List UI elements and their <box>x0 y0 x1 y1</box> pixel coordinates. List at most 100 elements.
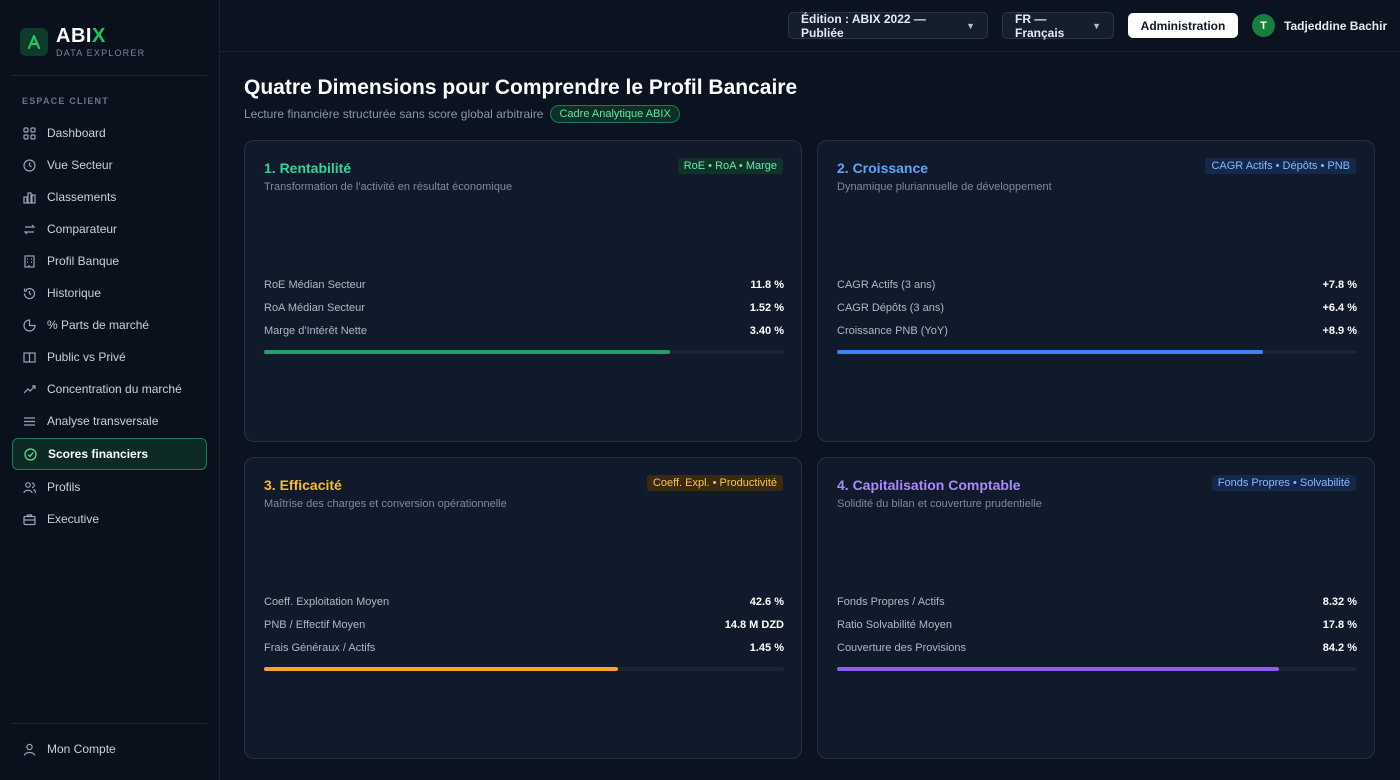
sidebar-item-label: Classements <box>47 190 117 204</box>
metric-row: RoA Médian Secteur 1.52 % <box>264 302 784 314</box>
card-title: 3. Efficacité <box>264 477 342 493</box>
metric-row: Marge d'Intérêt Nette 3.40 % <box>264 325 784 337</box>
metric-value: 3.40 % <box>749 325 784 337</box>
sidebar-item-dashboard[interactable]: Dashboard <box>12 118 207 148</box>
dimension-card-rentabilite: 1. Rentabilité Transformation de l'activ… <box>244 140 802 442</box>
brand-logo[interactable]: ABIX DATA EXPLORER <box>20 26 145 58</box>
metric-label: Fonds Propres / Actifs <box>837 596 945 608</box>
metric-value: 17.8 % <box>1322 619 1357 631</box>
metric-row: RoE Médian Secteur 11.8 % <box>264 279 784 291</box>
metric-label: CAGR Dépôts (3 ans) <box>837 302 944 314</box>
progress-track <box>264 667 784 671</box>
sidebar-item-scores-financiers[interactable]: Scores financiers <box>12 438 207 470</box>
progress-fill <box>837 350 1264 354</box>
sidebar-divider <box>12 723 207 724</box>
sidebar-item-label: Public vs Privé <box>47 350 126 364</box>
progress-fill <box>264 350 670 354</box>
card-tag: Fonds Propres • Solvabilité <box>1211 475 1356 491</box>
card-title: 4. Capitalisation Comptable <box>837 477 1021 493</box>
language-select[interactable]: FR — Français ▼ <box>1002 11 1114 40</box>
progress-track <box>264 350 784 354</box>
trend-icon <box>22 382 36 396</box>
sidebar-item-label: % Parts de marché <box>47 318 150 332</box>
page-title: Quatre Dimensions pour Comprendre le Pro… <box>244 76 798 99</box>
metric-row: Frais Généraux / Actifs 1.45 % <box>264 642 784 654</box>
list-icon <box>22 414 36 428</box>
sidebar-item-classements[interactable]: Classements <box>12 182 207 212</box>
metric-value: 84.2 % <box>1322 642 1357 654</box>
language-select-value: FR — Français <box>1015 11 1065 40</box>
sidebar-item-label: Vue Secteur <box>47 158 113 172</box>
card-tag: Coeff. Expl. • Productivité <box>646 475 783 491</box>
history-icon <box>22 286 36 300</box>
sidebar-item-label: Concentration du marché <box>47 382 182 396</box>
sidebar-item-comparateur[interactable]: Comparateur <box>12 214 207 244</box>
metric-label: Croissance PNB (YoY) <box>837 325 948 337</box>
metric-row: PNB / Effectif Moyen 14.8 M DZD <box>264 619 784 631</box>
card-description: Transformation de l'activité en résultat… <box>264 181 513 193</box>
sidebar-item-label: Analyse transversale <box>47 414 159 428</box>
metric-row: Croissance PNB (YoY) +8.9 % <box>837 325 1357 337</box>
users-icon <box>22 480 36 494</box>
progress-track <box>837 350 1357 354</box>
user-icon <box>22 742 36 756</box>
page-subtitle: Lecture financière structurée sans score… <box>244 107 544 121</box>
sidebar-item-label: Historique <box>47 286 102 300</box>
columns-icon <box>22 350 36 364</box>
sidebar-item-label: Scores financiers <box>48 447 149 461</box>
progress-track <box>837 667 1357 671</box>
metric-value: 8.32 % <box>1322 596 1357 608</box>
pie-icon <box>22 318 36 332</box>
check-circle-icon <box>23 447 37 461</box>
edition-select[interactable]: Édition : ABIX 2022 — Publiée ▼ <box>788 12 988 40</box>
metric-value: 14.8 M DZD <box>724 619 784 631</box>
metric-row: Coeff. Exploitation Moyen 42.6 % <box>264 596 784 608</box>
user-menu[interactable]: T Tadjeddine Bachir <box>1252 14 1387 37</box>
metric-value: 1.45 % <box>749 642 784 654</box>
metric-label: Marge d'Intérêt Nette <box>264 325 367 337</box>
swap-icon <box>22 222 36 236</box>
metric-row: Couverture des Provisions 84.2 % <box>837 642 1357 654</box>
sidebar-item-concentration[interactable]: Concentration du marché <box>12 374 207 404</box>
brand-subtitle: DATA EXPLORER <box>56 48 146 58</box>
chevron-down-icon: ▼ <box>966 20 975 31</box>
metric-label: CAGR Actifs (3 ans) <box>837 279 936 291</box>
dimension-card-capitalisation: 4. Capitalisation Comptable Solidité du … <box>817 457 1375 759</box>
metric-label: Ratio Solvabilité Moyen <box>837 619 952 631</box>
card-tag: RoE • RoA • Marge <box>677 158 783 174</box>
sidebar-item-public-prive[interactable]: Public vs Privé <box>12 342 207 372</box>
card-title: 2. Croissance <box>837 160 929 176</box>
sidebar-item-label: Mon Compte <box>47 742 116 756</box>
metric-value: 42.6 % <box>749 596 784 608</box>
dimension-card-croissance: 2. Croissance Dynamique pluriannuelle de… <box>817 140 1375 442</box>
sidebar-item-historique[interactable]: Historique <box>12 278 207 308</box>
briefcase-icon <box>22 512 36 526</box>
card-description: Solidité du bilan et couverture prudenti… <box>837 498 1042 510</box>
brand-name: ABIX <box>56 25 106 47</box>
sidebar-item-analyse-transversale[interactable]: Analyse transversale <box>12 406 207 436</box>
sidebar-item-label: Comparateur <box>47 222 118 236</box>
metric-row: Ratio Solvabilité Moyen 17.8 % <box>837 619 1357 631</box>
sidebar-item-vue-secteur[interactable]: Vue Secteur <box>12 150 207 180</box>
sidebar-item-label: Dashboard <box>47 126 106 140</box>
chevron-down-icon: ▼ <box>1092 20 1101 31</box>
sidebar-section-label: ESPACE CLIENT <box>22 96 109 106</box>
sidebar-item-profils[interactable]: Profils <box>12 472 207 502</box>
sidebar-item-executive[interactable]: Executive <box>12 504 207 534</box>
sidebar-item-label: Profils <box>47 480 81 494</box>
sidebar-item-parts-marche[interactable]: % Parts de marché <box>12 310 207 340</box>
sidebar: ABIX DATA EXPLORER ESPACE CLIENT Dashboa… <box>0 0 220 780</box>
card-title: 1. Rentabilité <box>264 160 352 176</box>
sidebar-divider <box>12 75 207 76</box>
progress-fill <box>264 667 618 671</box>
card-description: Maîtrise des charges et conversion opéra… <box>264 498 507 510</box>
progress-fill <box>837 667 1279 671</box>
sidebar-item-label: Executive <box>47 512 100 526</box>
building-icon <box>22 254 36 268</box>
administration-button[interactable]: Administration <box>1128 13 1238 38</box>
metric-row: Fonds Propres / Actifs 8.32 % <box>837 596 1357 608</box>
sidebar-item-mon-compte[interactable]: Mon Compte <box>12 734 207 764</box>
logo-icon <box>20 28 48 56</box>
sidebar-item-profil-banque[interactable]: Profil Banque <box>12 246 207 276</box>
metric-value: 1.52 % <box>749 302 784 314</box>
